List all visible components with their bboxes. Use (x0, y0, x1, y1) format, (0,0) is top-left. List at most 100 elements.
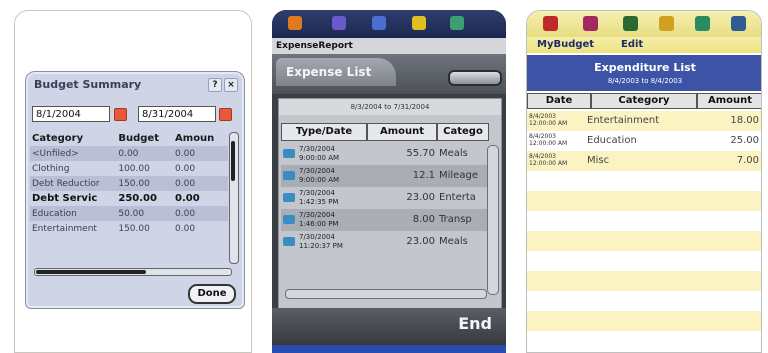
calendar-icon[interactable] (219, 108, 232, 121)
dialog-title: Budget Summary (34, 78, 142, 91)
expense-type-icon (283, 215, 295, 224)
tab-expense-list[interactable]: Expense List (276, 58, 396, 86)
item-amount: 12.1 (412, 170, 435, 181)
column-header[interactable]: Type/Date (281, 123, 367, 141)
app-icon[interactable] (543, 16, 558, 31)
menu-pill-button[interactable] (448, 70, 502, 86)
scroll-thumb[interactable] (36, 270, 146, 274)
app-icon[interactable] (372, 16, 386, 30)
amount-cell: 0.00 (173, 176, 228, 191)
date-range: 8/3/2004 to 7/31/2004 (279, 99, 501, 115)
list-item[interactable]: 7/30/2004 9:00:00 AM 12.1 Mileage (281, 165, 489, 187)
app-icon[interactable] (583, 16, 598, 31)
calendar-icon[interactable] (114, 108, 127, 121)
done-button[interactable]: Done (188, 284, 236, 304)
column-header[interactable]: Amount (367, 123, 437, 141)
category-cell: Education (30, 206, 117, 221)
system-toolbar (527, 11, 761, 37)
app-icon[interactable] (623, 16, 638, 31)
budget-summary-dialog: Budget Summary ? × 8/1/2004 8/31/2004 Ca… (25, 71, 245, 309)
app-icon[interactable] (332, 16, 346, 30)
table-row[interactable]: Debt Servic 250.00 0.00 (30, 191, 228, 206)
expense-panel: 8/3/2004 to 7/31/2004 Type/Date Amount C… (278, 98, 502, 310)
item-amount: 7.00 (736, 155, 759, 166)
budget-cell: 250.00 (118, 193, 157, 204)
amount-cell: 0.00 (175, 223, 196, 234)
table-row[interactable]: <Unfiled> 0.00 0.00 (30, 146, 228, 161)
table-row[interactable]: Entertainment 150.00 0.00 (30, 221, 228, 236)
amount-cell: 0.00 (173, 206, 228, 221)
close-icon[interactable]: × (224, 78, 238, 92)
item-date: 7/30/2004 1:42:35 PM (299, 189, 339, 206)
item-date: 8/4/2003 12:00:00 AM (529, 113, 568, 127)
column-header[interactable]: Date (527, 93, 591, 109)
row-stripe (527, 331, 761, 351)
app-icon[interactable] (731, 16, 746, 31)
budget-cell: 50.00 (116, 206, 174, 221)
column-header[interactable]: Budget (116, 130, 173, 146)
category-cell: Debt Servic (32, 193, 98, 204)
item-category: Entertainment (587, 115, 660, 126)
expense-type-icon (283, 149, 295, 158)
end-button[interactable]: End (458, 314, 492, 333)
expense-type-icon (283, 237, 295, 246)
vertical-scrollbar[interactable] (487, 145, 499, 295)
table-row[interactable]: 8/4/2003 12:00:00 AM Misc 7.00 (527, 151, 761, 171)
app-icon[interactable] (659, 16, 674, 31)
list-item[interactable]: 7/30/2004 11:20:37 PM 23.00 Meals (281, 231, 489, 253)
table-row[interactable]: Education 50.00 0.00 (30, 206, 228, 221)
table-row[interactable]: Debt Reductior 150.00 0.00 (30, 176, 228, 191)
system-toolbar (272, 10, 506, 38)
item-amount: 25.00 (730, 135, 759, 146)
item-date: 7/30/2004 11:20:37 PM (299, 233, 343, 250)
column-header[interactable]: Category (30, 130, 116, 146)
scroll-thumb[interactable] (231, 141, 235, 181)
column-header[interactable]: Category (591, 93, 697, 109)
expense-type-icon (283, 171, 295, 180)
date-range: 8/4/2003 to 8/4/2003 (607, 77, 683, 85)
help-icon[interactable]: ? (208, 78, 222, 92)
page-title: Expenditure List (594, 61, 696, 74)
category-cell: <Unfiled> (30, 146, 117, 161)
menu-item-edit[interactable]: Edit (621, 39, 643, 50)
column-header[interactable]: Amount (697, 93, 761, 109)
budget-cell: 150.00 (118, 223, 150, 234)
start-date-field[interactable]: 8/1/2004 (32, 106, 110, 122)
app-icon[interactable] (412, 16, 426, 30)
budget-cell: 150.00 (116, 176, 174, 191)
horizontal-scrollbar[interactable] (285, 289, 487, 299)
expense-list-screen: ExpenseReport Expense List 8/3/2004 to 7… (272, 10, 506, 353)
amount-cell: 0.00 (173, 146, 228, 161)
row-stripe (527, 271, 761, 291)
item-amount: 55.70 (406, 148, 435, 159)
list-item[interactable]: 7/30/2004 1:46:00 PM 8.00 Transp (281, 209, 489, 231)
list-item[interactable]: 7/30/2004 1:42:35 PM 23.00 Enterta (281, 187, 489, 209)
category-cell: Clothing (32, 163, 70, 174)
horizontal-scrollbar[interactable] (34, 268, 232, 276)
column-header[interactable]: Catego (437, 123, 489, 141)
table-row[interactable]: Clothing 100.00 0.00 (30, 161, 228, 176)
item-amount: 23.00 (406, 236, 435, 247)
row-stripe (527, 171, 761, 191)
app-name: ExpenseReport (272, 38, 506, 54)
app-icon[interactable] (450, 16, 464, 30)
row-stripe (527, 291, 761, 311)
title-band: Expenditure List 8/4/2003 to 8/4/2003 (527, 55, 761, 91)
column-header[interactable]: Amoun (173, 130, 228, 146)
budget-summary-screen: Budget Summary ? × 8/1/2004 8/31/2004 Ca… (14, 10, 252, 353)
item-date: 7/30/2004 9:00:00 AM (299, 145, 340, 162)
row-stripe (527, 311, 761, 331)
end-date-field[interactable]: 8/31/2004 (138, 106, 216, 122)
app-icon[interactable] (288, 16, 302, 30)
item-category: Misc (587, 155, 610, 166)
app-icon[interactable] (695, 16, 710, 31)
list-item[interactable]: 7/30/2004 9:00:00 AM 55.70 Meals (281, 143, 489, 165)
budget-cell: 0.00 (116, 146, 174, 161)
taskbar (272, 345, 506, 353)
category-cell: Entertainment (32, 223, 97, 234)
menu-item-mybudget[interactable]: MyBudget (537, 39, 594, 50)
table-row[interactable]: 8/4/2003 12:00:00 AM Education 25.00 (527, 131, 761, 151)
row-stripe (527, 251, 761, 271)
table-row[interactable]: 8/4/2003 12:00:00 AM Entertainment 18.00 (527, 111, 761, 131)
vertical-scrollbar[interactable] (229, 132, 239, 264)
